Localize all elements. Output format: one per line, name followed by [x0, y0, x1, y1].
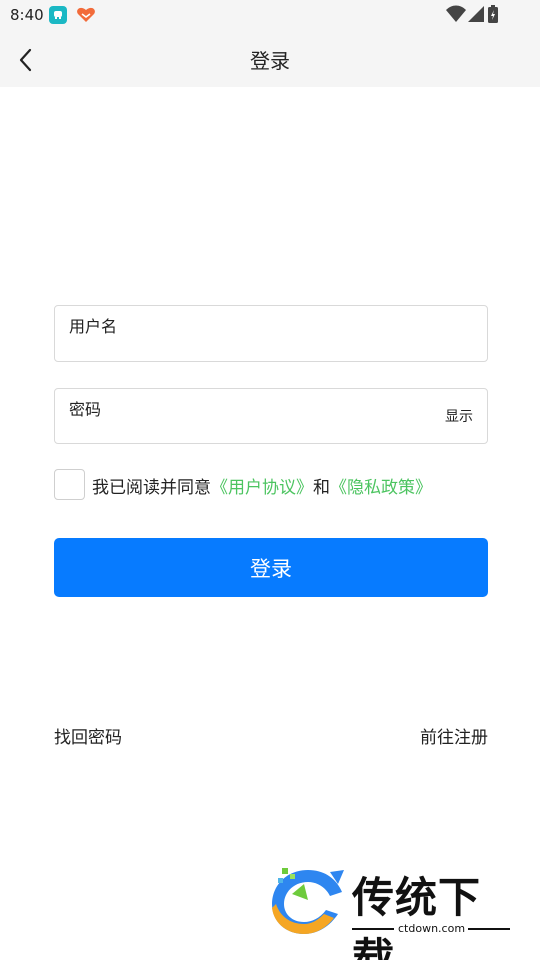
app-notification-icon [49, 6, 67, 24]
username-input[interactable] [69, 314, 429, 338]
watermark: 传统下载 ctdown.com [268, 862, 518, 960]
user-agreement-link[interactable]: 《用户协议》 [211, 478, 313, 498]
register-link[interactable]: 前往注册 [420, 723, 488, 748]
battery-icon [488, 5, 498, 23]
status-time: 8:40 [10, 6, 44, 24]
status-bar: 8:40 [0, 0, 540, 30]
ctdown-logo-icon [272, 868, 344, 934]
wifi-icon [446, 5, 466, 22]
username-field-container [54, 305, 488, 362]
agreement-text: 我已阅读并同意《用户协议》和《隐私政策》 [92, 473, 432, 498]
login-button[interactable]: 登录 [54, 538, 488, 597]
page-title: 登录 [250, 49, 290, 73]
forgot-password-link[interactable]: 找回密码 [54, 723, 122, 748]
watermark-divider-left [352, 928, 394, 930]
agreement-prefix: 我已阅读并同意 [92, 478, 211, 498]
watermark-divider-right [468, 928, 510, 930]
privacy-policy-link[interactable]: 《隐私政策》 [330, 478, 432, 498]
agreement-checkbox[interactable] [54, 469, 85, 500]
app-bar: 登录 [0, 30, 540, 87]
heart-app-icon [76, 6, 96, 24]
show-password-toggle[interactable]: 显示 [445, 406, 473, 426]
cellular-signal-icon [468, 6, 484, 22]
watermark-site: ctdown.com [398, 922, 466, 935]
password-input[interactable] [69, 397, 429, 421]
agreement-connector: 和 [313, 478, 330, 498]
watermark-brand: 传统下载 [352, 873, 482, 960]
password-field-container: 显示 [54, 388, 488, 444]
